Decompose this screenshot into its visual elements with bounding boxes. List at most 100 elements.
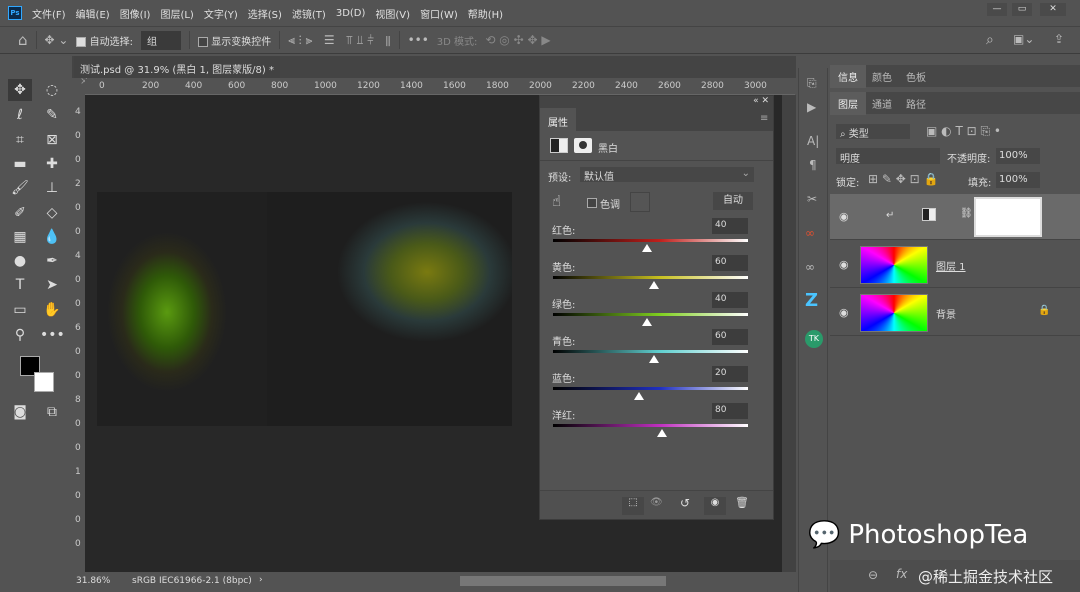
tint-color-swatch[interactable] bbox=[630, 192, 650, 212]
panel-menu-icon[interactable]: ≡ bbox=[760, 113, 768, 124]
lasso-tool-icon[interactable]: ℓ bbox=[8, 104, 32, 126]
auto-select-checkbox[interactable]: 自动选择: bbox=[76, 33, 133, 48]
tab-layers[interactable]: 图层 bbox=[830, 92, 866, 115]
tk-plugin-icon[interactable]: TK bbox=[805, 330, 823, 348]
background-color-swatch[interactable] bbox=[34, 372, 54, 392]
slider-track[interactable] bbox=[553, 350, 748, 353]
crop-tool-icon[interactable]: ⌗ bbox=[8, 129, 32, 151]
search-icon[interactable]: ⌕ bbox=[986, 32, 994, 48]
menu-edit[interactable]: 编辑(E) bbox=[76, 6, 110, 21]
slider-thumb[interactable] bbox=[657, 429, 668, 437]
slider-track[interactable] bbox=[553, 313, 748, 316]
tint-checkbox[interactable] bbox=[587, 198, 597, 208]
align-icons[interactable]: ⫷ ⫶ ⫸ ☰ ⫪ ⫫ ⫩ ⫴ bbox=[288, 33, 390, 48]
3d-tools-icons[interactable]: ⟲ ◎ ✣ ✥ ▶ bbox=[485, 33, 550, 47]
reset-icon[interactable]: ↺ bbox=[680, 496, 690, 510]
layer-row-layer1[interactable]: ◉ 图层 1 bbox=[830, 242, 1080, 288]
tab-properties[interactable]: 属性 bbox=[540, 108, 576, 132]
eye-icon[interactable]: ◉ bbox=[839, 306, 849, 319]
blur-tool-icon[interactable]: 💧 bbox=[40, 226, 64, 248]
slider-value-field[interactable]: 20 bbox=[712, 366, 748, 382]
menu-type[interactable]: 文字(Y) bbox=[204, 6, 238, 21]
tab-paths[interactable]: 路径 bbox=[898, 92, 934, 115]
quick-select-icon[interactable]: ✎ bbox=[40, 104, 64, 126]
slider-track[interactable] bbox=[553, 424, 748, 427]
filter-kind-dropdown[interactable]: ⌕ 类型 bbox=[836, 124, 910, 140]
history-icon[interactable]: ⎘ bbox=[807, 76, 817, 91]
menu-select[interactable]: 选择(S) bbox=[248, 6, 282, 21]
paragraph-icon[interactable]: ¶ bbox=[809, 158, 817, 172]
more-icon[interactable]: ••• bbox=[408, 33, 429, 47]
move-tool-icon[interactable]: ✥ ⌄ bbox=[45, 33, 69, 47]
blend-mode-dropdown[interactable]: 明度 bbox=[836, 148, 940, 165]
slider-value-field[interactable]: 80 bbox=[712, 403, 748, 419]
slider-value-field[interactable]: 40 bbox=[712, 292, 748, 308]
zoom-tool-icon[interactable]: ⚲ bbox=[8, 324, 32, 346]
minimize-button[interactable]: — bbox=[987, 3, 1007, 16]
menu-filter[interactable]: 滤镜(T) bbox=[292, 6, 326, 21]
tab-swatches[interactable]: 色板 bbox=[898, 65, 934, 88]
actions-play-icon[interactable]: ▶ bbox=[807, 100, 816, 114]
share-icon[interactable]: ⇪ bbox=[1054, 32, 1064, 46]
visibility-icon[interactable]: ◉ bbox=[704, 497, 726, 515]
character-icon[interactable]: A| bbox=[807, 134, 819, 148]
status-menu-arrow[interactable]: › bbox=[259, 575, 263, 585]
fx-icon[interactable]: fx bbox=[896, 567, 907, 581]
slider-thumb[interactable] bbox=[649, 281, 660, 289]
opacity-field[interactable]: 100% bbox=[996, 148, 1040, 164]
slider-thumb[interactable] bbox=[633, 392, 644, 400]
screen-mode-icon[interactable]: ⧉ bbox=[40, 401, 64, 423]
close-panel-icon[interactable]: ✕ bbox=[761, 96, 769, 106]
slider-track[interactable] bbox=[553, 239, 748, 242]
preset-dropdown[interactable]: 默认值 ⌄ bbox=[580, 167, 754, 183]
vertical-scrollbar[interactable] bbox=[782, 95, 796, 572]
slider-thumb[interactable] bbox=[641, 318, 652, 326]
tab-color[interactable]: 颜色 bbox=[864, 65, 900, 88]
move-tool-icon[interactable]: ✥ bbox=[8, 79, 32, 101]
history-brush-icon[interactable]: ✐ bbox=[8, 202, 32, 224]
menu-view[interactable]: 视图(V) bbox=[375, 6, 410, 21]
workspace-icon[interactable]: ▣⌄ bbox=[1013, 32, 1034, 46]
trash-icon[interactable]: 🗑 bbox=[735, 496, 749, 509]
layer-row-background[interactable]: ◉ 背景 🔒 bbox=[830, 290, 1080, 336]
targeted-adjustment-hand-icon[interactable]: ☝ bbox=[552, 192, 561, 210]
link-layers-icon[interactable]: ⊖ bbox=[868, 568, 878, 582]
stamp-tool-icon[interactable]: ⊥ bbox=[40, 177, 64, 199]
plugin2-icon[interactable]: ∞ bbox=[805, 260, 815, 274]
auto-button[interactable]: 自动 bbox=[713, 192, 753, 210]
frame-tool-icon[interactable]: ⊠ bbox=[40, 129, 64, 151]
menu-image[interactable]: 图像(I) bbox=[120, 6, 151, 21]
tools-icon[interactable]: ✂ bbox=[807, 192, 817, 206]
marquee-tool-icon[interactable]: ◌ bbox=[40, 79, 64, 101]
mask-icon[interactable] bbox=[574, 138, 592, 153]
hand-tool-icon[interactable]: ✋ bbox=[40, 299, 64, 321]
dodge-tool-icon[interactable]: ● bbox=[8, 250, 32, 272]
tab-channels[interactable]: 通道 bbox=[864, 92, 900, 115]
ruler-tool-icon[interactable]: ▬ bbox=[8, 153, 32, 175]
slider-value-field[interactable]: 60 bbox=[712, 255, 748, 271]
slider-track[interactable] bbox=[553, 387, 748, 390]
healing-brush-icon[interactable]: ✚ bbox=[40, 153, 64, 175]
layer-name[interactable]: 图层 1 bbox=[936, 258, 966, 273]
close-button[interactable]: ✕ bbox=[1040, 3, 1066, 16]
slider-thumb[interactable] bbox=[641, 244, 652, 252]
menu-3d[interactable]: 3D(D) bbox=[336, 8, 366, 19]
layer-name[interactable]: 背景 bbox=[936, 306, 956, 321]
fill-field[interactable]: 100% bbox=[996, 172, 1040, 188]
type-tool-icon[interactable]: T bbox=[8, 274, 32, 296]
zoom-level[interactable]: 31.86% bbox=[76, 576, 110, 586]
slider-thumb[interactable] bbox=[649, 355, 660, 363]
eye-icon[interactable]: ◉ bbox=[839, 258, 849, 271]
plugin-icon[interactable]: ∞ bbox=[805, 226, 815, 240]
collapse-icon[interactable]: « bbox=[753, 96, 759, 106]
z-plugin-icon[interactable]: Z bbox=[805, 290, 818, 311]
brush-tool-icon[interactable]: 🖌 bbox=[8, 177, 32, 199]
pen-tool-icon[interactable]: ✒ bbox=[40, 250, 64, 272]
path-select-icon[interactable]: ➤ bbox=[40, 274, 64, 296]
quick-mask-icon[interactable]: ◙ bbox=[8, 401, 32, 423]
gradient-tool-icon[interactable]: ▦ bbox=[8, 226, 32, 248]
rectangle-tool-icon[interactable]: ▭ bbox=[8, 299, 32, 321]
menu-file[interactable]: 文件(F) bbox=[32, 6, 66, 21]
layer-row-adjustment[interactable]: ◉ ↵ ⛓ bbox=[830, 194, 1080, 240]
slider-value-field[interactable]: 40 bbox=[712, 218, 748, 234]
